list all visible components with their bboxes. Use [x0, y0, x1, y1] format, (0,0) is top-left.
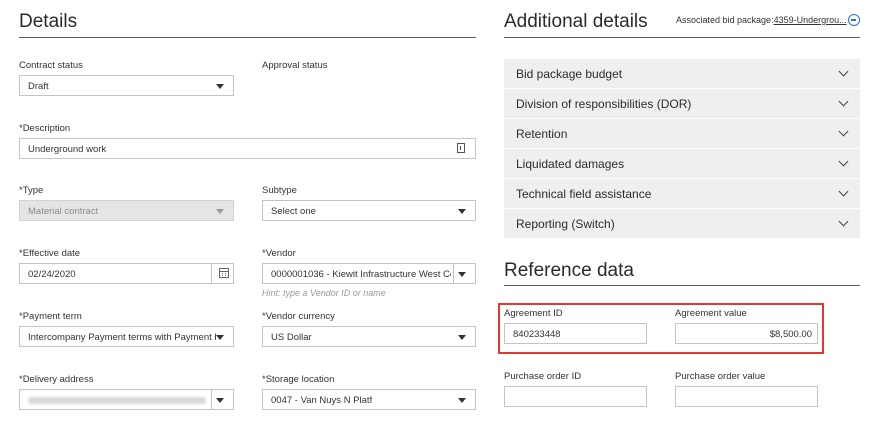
- chevron-down-icon[interactable]: [458, 272, 466, 277]
- vendor-currency-select[interactable]: US Dollar: [262, 326, 476, 347]
- agreement-id-input[interactable]: 840233448: [504, 323, 647, 344]
- contract-status-value: Draft: [28, 81, 49, 92]
- chevron-down-icon: [216, 335, 224, 340]
- purchase-order-value-input[interactable]: [675, 386, 818, 407]
- type-label: *Type: [19, 185, 44, 196]
- effective-date-label: *Effective date: [19, 248, 81, 259]
- purchase-order-value-label: Purchase order value: [675, 371, 766, 382]
- description-input[interactable]: Underground work: [19, 138, 476, 159]
- subtype-value: Select one: [271, 206, 316, 217]
- reference-data-heading: Reference data: [504, 260, 634, 281]
- storage-location-value: 0047 - Van Nuys N Platf: [271, 395, 373, 406]
- chevron-down-icon: [838, 186, 849, 197]
- storage-location-label: *Storage location: [262, 374, 335, 385]
- chevron-down-icon: [838, 156, 849, 167]
- associated-bid-package: Associated bid package:4359-Undergrou...: [676, 15, 847, 25]
- associated-bid-package-link[interactable]: 4359-Undergrou...: [774, 15, 847, 25]
- chevron-down-icon: [458, 398, 466, 403]
- agreement-value-amount: $8,500.00: [769, 329, 812, 340]
- vendor-combobox[interactable]: 0000001036 - Kiewit Infrastructure West …: [262, 263, 476, 284]
- payment-term-select[interactable]: Intercompany Payment terms with Payment …: [19, 326, 234, 347]
- reference-data-divider: [504, 285, 860, 286]
- agreement-id-label: Agreement ID: [504, 308, 563, 319]
- purchase-order-id-input[interactable]: [504, 386, 647, 407]
- agreement-value-input[interactable]: $8,500.00: [675, 323, 818, 344]
- details-divider: [19, 37, 476, 38]
- vendor-currency-value: US Dollar: [271, 332, 312, 343]
- chevron-down-icon: [458, 209, 466, 214]
- description-value: Underground work: [28, 144, 107, 155]
- subtype-label: Subtype: [262, 185, 297, 196]
- agreement-id-value: 840233448: [513, 329, 561, 340]
- contract-status-select[interactable]: Draft: [19, 75, 234, 96]
- subtype-select[interactable]: Select one: [262, 200, 476, 221]
- details-heading: Details: [19, 11, 78, 32]
- storage-location-select[interactable]: 0047 - Van Nuys N Platf: [262, 389, 476, 410]
- accordion-technical-field-assistance[interactable]: Technical field assistance: [504, 179, 860, 209]
- accordion-liquidated-damages[interactable]: Liquidated damages: [504, 149, 860, 179]
- vendor-label: *Vendor: [262, 248, 296, 259]
- approval-status-label: Approval status: [262, 60, 328, 71]
- payment-term-value: Intercompany Payment terms with Payment …: [28, 332, 216, 343]
- chevron-down-icon: [458, 335, 466, 340]
- additional-details-heading: Additional details: [504, 11, 648, 32]
- accordion-reporting-switch[interactable]: Reporting (Switch): [504, 209, 860, 239]
- delivery-address-select[interactable]: [19, 389, 234, 410]
- effective-date-input[interactable]: 02/24/2020: [19, 263, 234, 284]
- type-select: Material contract: [19, 200, 234, 221]
- type-value: Material contract: [28, 206, 99, 217]
- accordion-retention[interactable]: Retention: [504, 119, 860, 149]
- chevron-down-icon: [838, 216, 849, 227]
- chevron-down-icon: [838, 66, 849, 77]
- collapse-icon[interactable]: [848, 14, 860, 26]
- chevron-down-icon: [216, 84, 224, 89]
- accordion-label: Technical field assistance: [516, 187, 652, 201]
- accordion-division-of-responsibilities[interactable]: Division of responsibilities (DOR): [504, 89, 860, 119]
- calendar-icon[interactable]: [219, 268, 229, 278]
- chevron-down-icon: [216, 398, 224, 403]
- accordion-label: Liquidated damages: [516, 157, 625, 171]
- description-label: *Description: [19, 123, 71, 134]
- delivery-address-label: *Delivery address: [19, 374, 94, 385]
- accordion-bid-package-budget[interactable]: Bid package budget: [504, 59, 860, 89]
- contract-status-label: Contract status: [19, 60, 83, 71]
- associated-bid-package-label: Associated bid package:: [676, 15, 774, 25]
- accordion-label: Bid package budget: [516, 67, 623, 81]
- redacted-address-text: [28, 397, 206, 404]
- vendor-hint: Hint: type a Vendor ID or name: [262, 288, 386, 298]
- vendor-value: 0000001036 - Kiewit Infrastructure West …: [271, 269, 451, 280]
- vendor-currency-label: *Vendor currency: [262, 311, 335, 322]
- accordion-label: Division of responsibilities (DOR): [516, 97, 692, 111]
- accordion-label: Retention: [516, 127, 568, 141]
- effective-date-value: 02/24/2020: [28, 269, 76, 280]
- chevron-down-icon: [838, 126, 849, 137]
- accordion-label: Reporting (Switch): [516, 217, 615, 231]
- additional-details-divider: [504, 37, 860, 38]
- payment-term-label: *Payment term: [19, 311, 82, 322]
- expand-text-icon[interactable]: [457, 143, 465, 153]
- purchase-order-id-label: Purchase order ID: [504, 371, 582, 382]
- chevron-down-icon: [216, 209, 224, 214]
- agreement-value-label: Agreement value: [675, 308, 747, 319]
- chevron-down-icon: [838, 96, 849, 107]
